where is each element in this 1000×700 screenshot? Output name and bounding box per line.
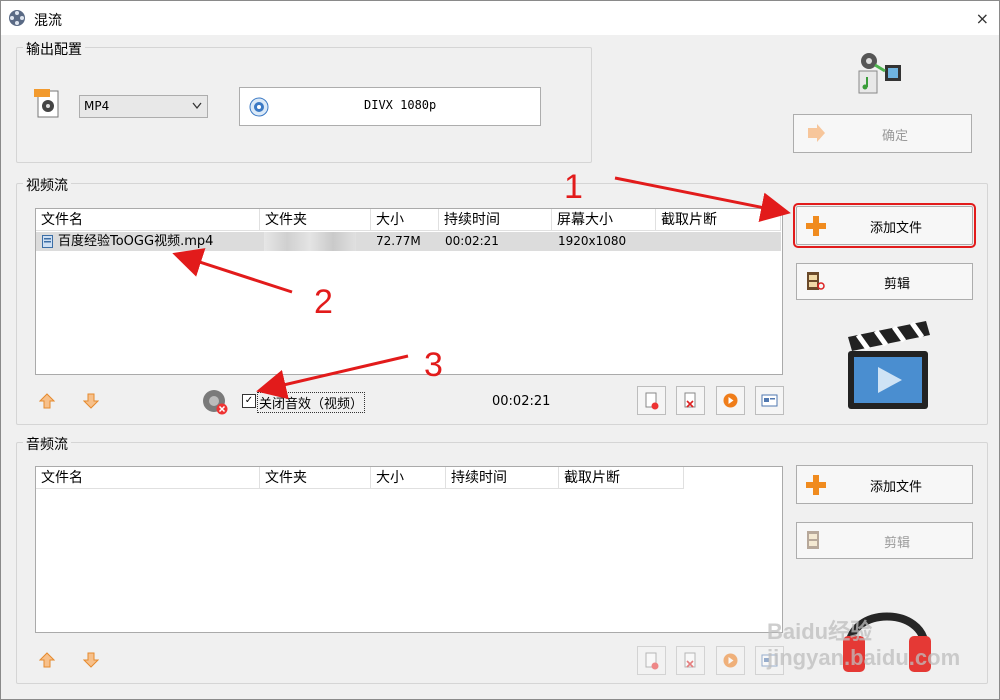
video-file-table[interactable]: 文件名 文件夹 大小 持续时间 屏幕大小 截取片断 百度经验ToOGG视频.mp…	[35, 208, 783, 375]
annotation-number-1: 1	[564, 168, 583, 206]
audio-film-scissors-icon	[807, 531, 819, 549]
move-down-icon[interactable]	[83, 393, 99, 409]
audio-edit-button[interactable]: 剪辑	[796, 522, 973, 559]
col-header-duration[interactable]: 持续时间	[439, 209, 552, 231]
audio-remove-icon	[684, 652, 696, 668]
audio-add-page-icon	[645, 652, 659, 670]
mute-checkbox[interactable]: ✓	[242, 394, 256, 408]
row-screen-size: 1920x1080	[558, 234, 627, 248]
audio-col-header-clip[interactable]: 截取片断	[559, 467, 684, 489]
remove-icon	[684, 392, 696, 408]
move-up-icon[interactable]	[39, 393, 55, 409]
baidu-watermark: Baidu经验 jingyan.baidu.com	[767, 619, 961, 670]
audio-move-down-icon[interactable]	[83, 652, 99, 668]
annotation-number-3: 3	[424, 346, 443, 384]
clapperboard-icon	[848, 321, 930, 409]
row-duration: 00:02:21	[445, 234, 499, 248]
audio-add-clip-button[interactable]	[637, 646, 666, 675]
row-folder-blurred	[264, 232, 356, 251]
arrow-right-icon	[808, 124, 825, 142]
film-scissors-icon	[807, 272, 825, 290]
col-header-name[interactable]: 文件名	[36, 209, 260, 231]
play-icon	[723, 393, 738, 408]
plus-icon	[806, 216, 826, 236]
video-stream-label: 视频流	[23, 175, 71, 195]
output-config-label: 输出配置	[23, 39, 85, 59]
audio-col-header-size[interactable]: 大小	[371, 467, 446, 489]
col-header-folder[interactable]: 文件夹	[260, 209, 371, 231]
audio-add-file-button[interactable]: 添加文件	[796, 465, 973, 504]
audio-move-up-icon[interactable]	[39, 652, 55, 668]
audio-remove-button[interactable]	[676, 646, 705, 675]
play-button[interactable]	[716, 386, 745, 415]
title-bar: 混流 ×	[1, 1, 999, 35]
audio-edit-label: 剪辑	[884, 536, 911, 551]
profile-disc-icon	[249, 97, 269, 117]
close-icon[interactable]: ×	[976, 9, 989, 28]
remove-button[interactable]	[676, 386, 705, 415]
info-card-icon	[761, 394, 778, 407]
col-header-size[interactable]: 大小	[371, 209, 439, 231]
profile-label: DIVX 1080p	[364, 98, 437, 112]
window-title: 混流	[34, 13, 62, 29]
profile-button[interactable]: DIVX 1080p	[239, 87, 541, 126]
ok-label: 确定	[882, 129, 909, 144]
row-size: 72.77M	[376, 234, 421, 248]
total-duration: 00:02:21	[492, 394, 551, 409]
mux-video-icon	[858, 53, 901, 94]
audio-col-header-name[interactable]: 文件名	[36, 467, 260, 489]
audio-plus-icon	[806, 475, 826, 495]
audio-play-button[interactable]	[716, 646, 745, 675]
row-file-name: 百度经验ToOGG视频.mp4	[58, 234, 214, 249]
mixer-window: 混流 × 输出配置 MP4 DIVX 1080p 确定 视频流 文件名 文件夹 …	[0, 0, 1000, 700]
format-select-value: MP4	[84, 99, 110, 113]
col-header-clip[interactable]: 截取片断	[656, 209, 781, 231]
ok-button[interactable]: 确定	[793, 114, 972, 153]
audio-file-table[interactable]: 文件名 文件夹 大小 持续时间 截取片断	[35, 466, 783, 633]
video-edit-label: 剪辑	[884, 277, 911, 292]
audio-stream-label: 音频流	[23, 434, 71, 454]
video-edit-button[interactable]: 剪辑	[796, 263, 973, 300]
file-icon	[42, 235, 53, 248]
info-button[interactable]	[755, 386, 784, 415]
add-page-icon	[645, 392, 659, 410]
speaker-muted-icon	[203, 390, 228, 415]
mute-label[interactable]: 关闭音效（视频）	[257, 392, 366, 413]
audio-col-header-folder[interactable]: 文件夹	[260, 467, 371, 489]
audio-play-icon	[723, 653, 738, 668]
video-add-file-label: 添加文件	[870, 221, 923, 236]
video-add-file-button[interactable]: 添加文件	[793, 203, 976, 248]
add-clip-button[interactable]	[637, 386, 666, 415]
mp4-file-icon	[34, 89, 59, 118]
audio-col-header-duration[interactable]: 持续时间	[446, 467, 559, 489]
table-row[interactable]: 百度经验ToOGG视频.mp4 72.77M 00:02:21 1920x108…	[36, 232, 781, 251]
annotation-number-2: 2	[314, 283, 333, 321]
chevron-down-icon	[192, 102, 202, 110]
col-header-screen[interactable]: 屏幕大小	[552, 209, 656, 231]
format-select[interactable]: MP4	[79, 95, 208, 118]
audio-add-file-label: 添加文件	[870, 480, 923, 495]
film-reel-icon	[9, 10, 25, 26]
